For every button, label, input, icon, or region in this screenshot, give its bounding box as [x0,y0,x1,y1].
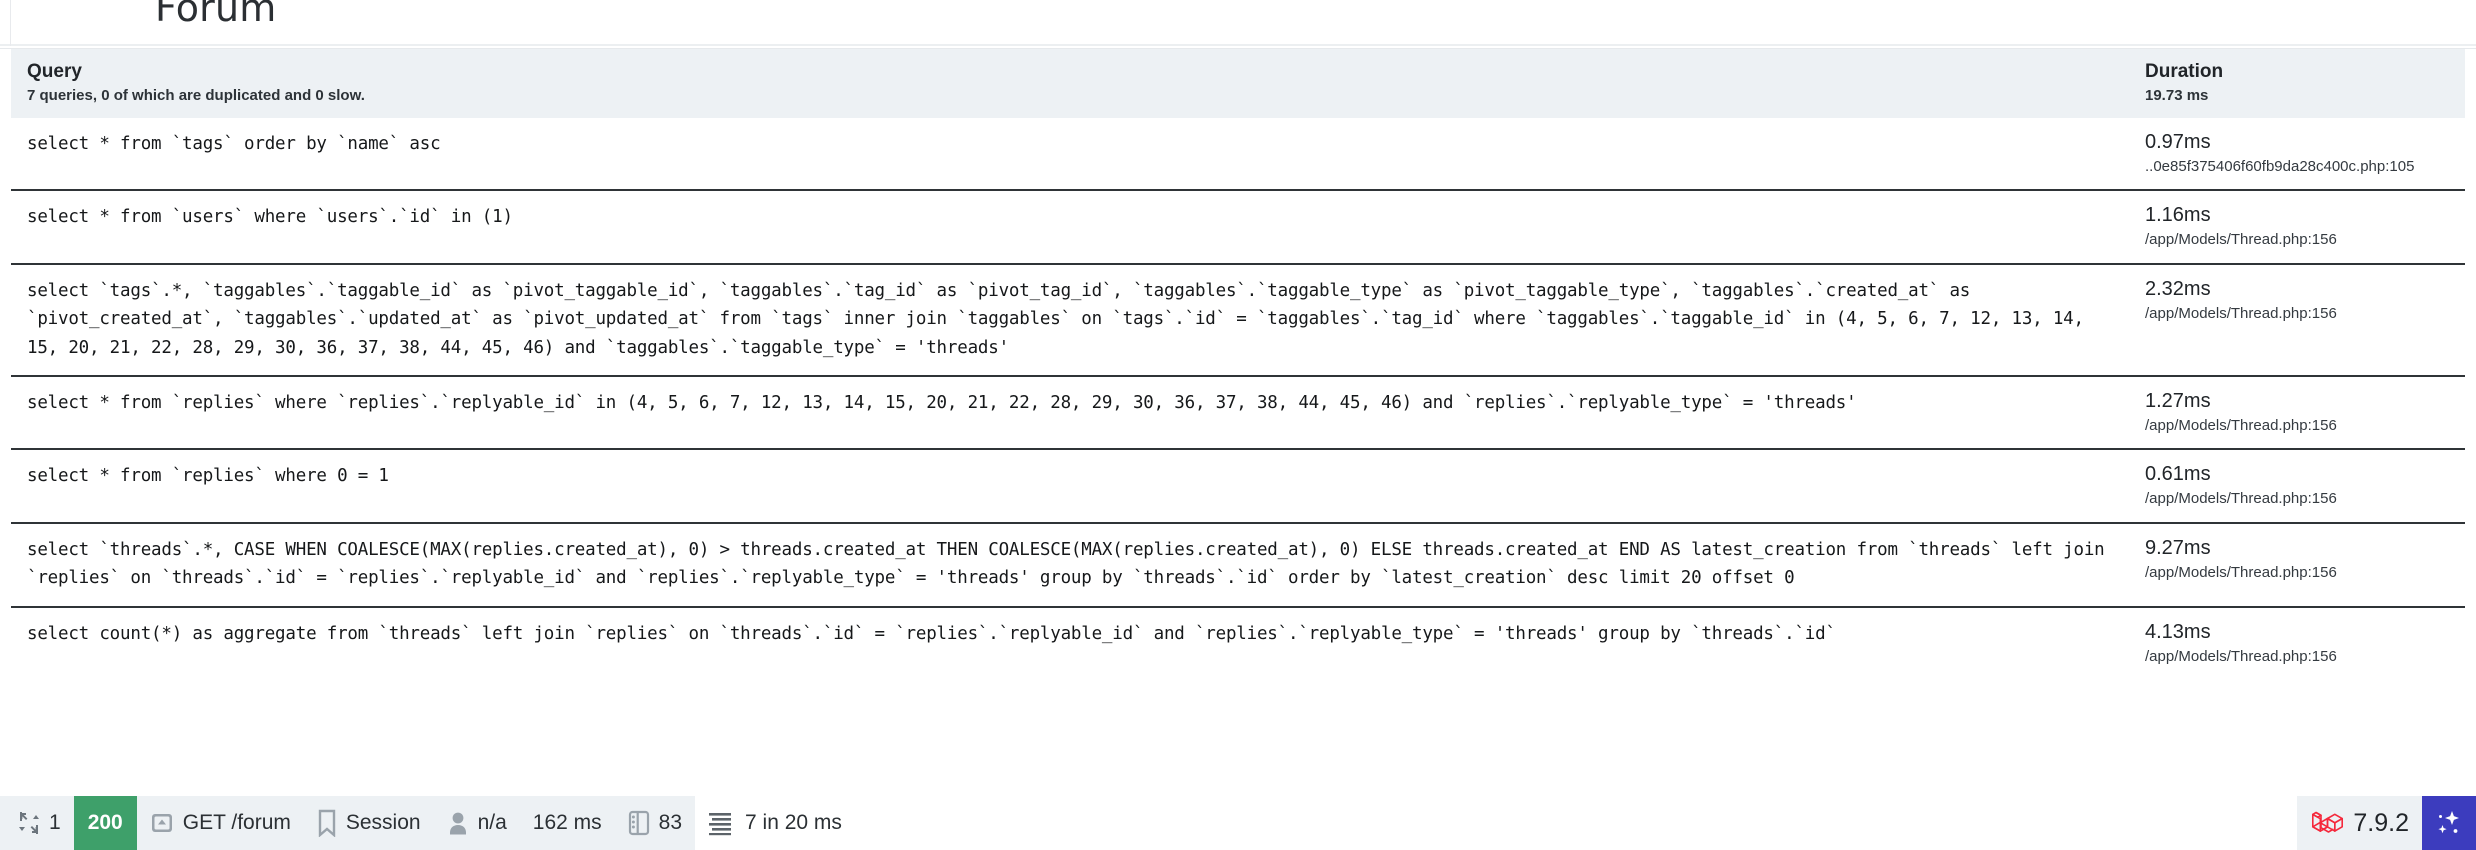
query-source[interactable]: ..0e85f375406f60fb9da28c400c.php:105 [2145,157,2449,177]
user-icon [447,810,469,836]
statusbar-route-label: GET /forum [182,811,291,834]
table-row[interactable]: select * from `replies` where 0 = 1 0.61m… [11,448,2465,523]
query-cell: select * from `tags` order by `name` asc [11,117,2129,191]
debugbar-queries-scroll[interactable]: Query 7 queries, 0 of which are duplicat… [11,49,2465,797]
query-duration: 0.61ms [2145,463,2211,486]
statusbar-timeline-label: 162 ms [532,811,602,834]
statusbar-session-label: Session [345,811,421,834]
debugbar-panel: Query 7 queries, 0 of which are duplicat… [0,48,2476,796]
statusbar-user-label: n/a [477,811,507,834]
query-source[interactable]: /app/Models/Thread.php:156 [2145,230,2449,250]
query-sql: select `threads`.*, CASE WHEN COALESCE(M… [27,539,2115,589]
query-duration: 0.97ms [2145,130,2211,153]
header-left-edge [0,0,11,46]
statusbar-left-group: 1 200 GET /forum Session n/a 162 ms 83 7… [0,796,855,850]
query-cell: select `threads`.*, CASE WHEN COALESCE(M… [11,521,2129,607]
queries-table-head: Query 7 queries, 0 of which are duplicat… [11,49,2465,118]
laravel-version-label: 7.9.2 [2353,808,2409,837]
query-source[interactable]: /app/Models/Thread.php:156 [2145,489,2449,509]
screenshot-root: Forum Query 7 queries, 0 of which are du… [0,0,2476,850]
query-cell: select * from `users` where `users`.`id`… [11,189,2129,264]
query-cell: select * from `replies` where `replies`.… [11,374,2129,450]
statusbar-memory[interactable]: 83 [615,796,695,850]
statusbar-timeline[interactable]: 162 ms [520,796,615,850]
query-duration: 2.32ms [2145,277,2211,300]
statusbar-messages[interactable]: 1 [0,796,74,850]
page-title: Forum [155,0,277,30]
query-column-header: Query 7 queries, 0 of which are duplicat… [11,49,2129,118]
query-sql: select count(*) as aggregate from `threa… [27,623,1836,644]
table-row[interactable]: select * from `replies` where `replies`.… [11,374,2465,450]
query-source[interactable]: /app/Models/Thread.php:156 [2145,647,2449,667]
table-row[interactable]: select `tags`.*, `taggables`.`taggable_i… [11,262,2465,376]
statusbar-messages-count: 1 [49,811,61,834]
query-sql: select * from `replies` where `replies`.… [27,392,1857,413]
duration-column-header: Duration 19.73 ms [2129,49,2465,118]
duration-cell: 2.32ms/app/Models/Thread.php:156 [2129,262,2465,376]
bookmark-icon [317,809,337,837]
duration-column-total: 19.73 ms [2145,86,2209,104]
duration-cell: 1.16ms/app/Models/Thread.php:156 [2129,189,2465,264]
query-duration: 4.13ms [2145,620,2211,643]
statusbar-session[interactable]: Session [304,796,434,850]
memory-icon [628,809,650,837]
query-sql: select * from `tags` order by `name` asc [27,133,441,154]
duration-column-title: Duration [2145,61,2224,82]
query-sql: select * from `replies` where 0 = 1 [27,466,389,487]
statusbar-user[interactable]: n/a [434,796,520,850]
site-header: Forum [0,0,2476,46]
query-source[interactable]: /app/Models/Thread.php:156 [2145,304,2449,324]
status-badge[interactable]: 200 [73,796,137,850]
query-sql: select * from `users` where `users`.`id`… [27,207,513,228]
query-source[interactable]: /app/Models/Thread.php:156 [2145,416,2449,436]
query-cell: select * from `replies` where 0 = 1 [11,448,2129,523]
duration-cell: 1.27ms/app/Models/Thread.php:156 [2129,374,2465,450]
statusbar-spacer [854,796,2298,850]
statusbar-queries-label: 7 in 20 ms [745,811,842,834]
query-column-title: Query [27,61,82,82]
statusbar-laravel-version[interactable]: 7.9.2 [2297,796,2422,850]
table-header-row: Query 7 queries, 0 of which are duplicat… [11,49,2465,118]
duration-cell: 0.97ms ..0e85f375406f60fb9da28c400c.php:1… [2129,117,2465,191]
query-column-summary: 7 queries, 0 of which are duplicated and… [27,86,365,104]
query-duration: 9.27ms [2145,536,2211,559]
duration-cell: 9.27ms/app/Models/Thread.php:156 [2129,521,2465,607]
query-duration: 1.27ms [2145,389,2211,412]
table-row[interactable]: select * from `tags` order by `name` asc… [11,117,2465,191]
table-row[interactable]: select count(*) as aggregate from `threa… [11,605,2465,680]
duration-cell: 4.13ms/app/Models/Thread.php:156 [2129,605,2465,680]
table-row[interactable]: select * from `users` where `users`.`id`… [11,189,2465,264]
statusbar-memory-label: 83 [658,811,683,834]
database-list-icon [708,810,736,836]
queries-table: Query 7 queries, 0 of which are duplicat… [11,49,2465,680]
statusbar-right-group: 7.9.2 [2297,796,2476,850]
exchange-icon [18,810,40,836]
route-icon [150,810,174,836]
laravel-logo-icon [2310,806,2344,840]
query-source[interactable]: /app/Models/Thread.php:156 [2145,563,2449,583]
table-row[interactable]: select `threads`.*, CASE WHEN COALESCE(M… [11,521,2465,607]
sparkle-icon[interactable] [2422,796,2476,850]
statusbar-route[interactable]: GET /forum [137,796,304,850]
queries-table-body: select * from `tags` order by `name` asc… [11,117,2465,680]
query-sql: select `tags`.*, `taggables`.`taggable_i… [27,280,2095,358]
debugbar-statusbar: 1 200 GET /forum Session n/a 162 ms 83 7… [0,796,2476,850]
statusbar-queries[interactable]: 7 in 20 ms [695,796,855,850]
query-cell: select `tags`.*, `taggables`.`taggable_i… [11,262,2129,376]
query-duration: 1.16ms [2145,204,2211,227]
duration-cell: 0.61ms/app/Models/Thread.php:156 [2129,448,2465,523]
query-cell: select count(*) as aggregate from `threa… [11,605,2129,680]
